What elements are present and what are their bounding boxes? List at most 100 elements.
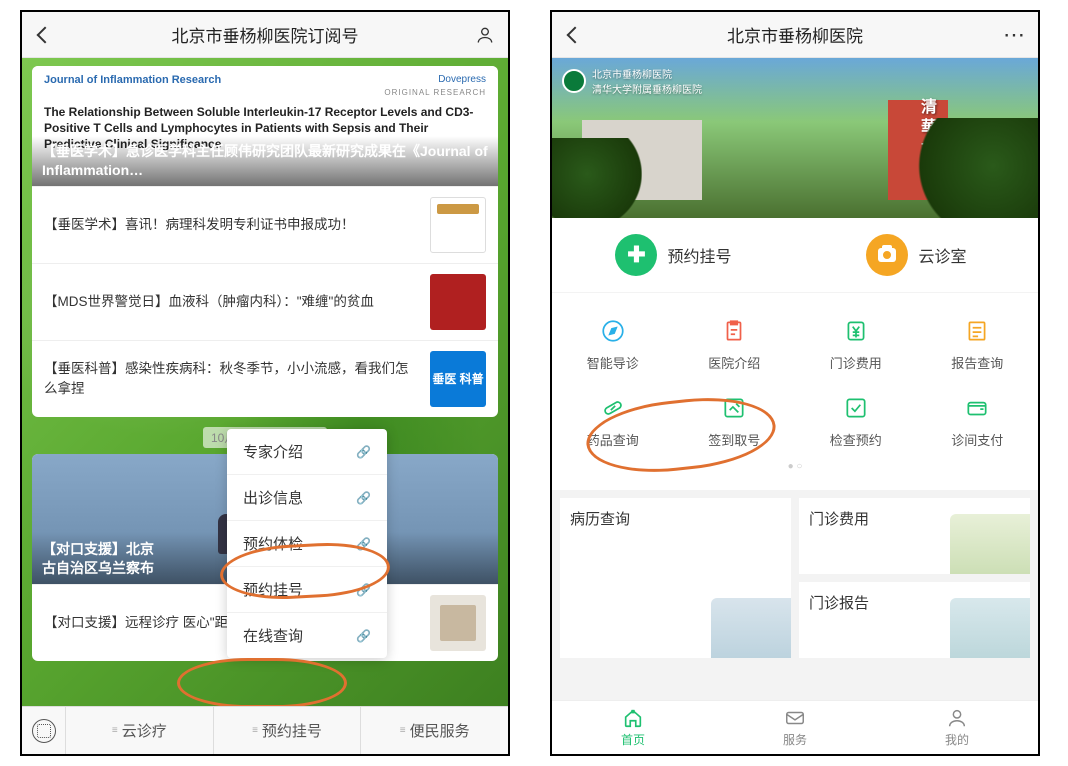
grid-label: 报告查询 <box>951 353 1003 372</box>
primary-actions: ✚ 预约挂号 云诊室 <box>552 218 1038 292</box>
publisher-name: Dovepress <box>438 74 486 85</box>
header-right: 北京市垂杨柳医院 <box>552 12 1038 58</box>
nav-label: 服务 <box>783 731 807 748</box>
grid-label: 药品查询 <box>587 430 639 449</box>
wallet-icon <box>961 392 993 424</box>
tile-illustration <box>950 598 1030 658</box>
tab-cloud[interactable]: ≡ 云诊疗 <box>66 707 214 754</box>
grid-label: 门诊费用 <box>830 353 882 372</box>
list-item[interactable]: 【垂医科普】感染性疾病科：秋冬季节，小小流感，看我们怎么拿捏 垂医 科普 <box>32 340 498 417</box>
feature-grid: 智能导诊 医院介绍 门诊费用 报告查询 药品查询 签到取号 检查预约 诊间支付 … <box>552 293 1038 490</box>
tile-section: 病历查询 门诊费用 门诊报告 <box>552 490 1038 666</box>
tab-register[interactable]: ≡预约挂号 <box>214 707 362 754</box>
menu-item-query[interactable]: 在线查询🔗 <box>227 613 387 658</box>
list-item[interactable]: 【MDS世界警觉日】血液科（肿瘤内科）："难缠"的贫血 <box>32 263 498 340</box>
nav-label: 我的 <box>945 731 969 748</box>
left-phone: 北京市垂杨柳医院订阅号 Journal of Inflammation Rese… <box>20 10 510 756</box>
menu-label: 出诊信息 <box>243 487 303 508</box>
hospital-banner: 北京市垂杨柳医院 清华大学附属垂杨柳医院 清華大學 <box>552 58 1038 218</box>
edit-icon <box>718 392 750 424</box>
link-icon: 🔗 <box>356 537 371 551</box>
popup-menu: 专家介绍 🔗 出诊信息🔗 预约体检 🔗 预约挂号🔗 在线查询🔗 <box>227 429 387 658</box>
menu-item-schedule[interactable]: 出诊信息🔗 <box>227 475 387 521</box>
article-card-1[interactable]: Journal of Inflammation Research Dovepre… <box>32 66 498 417</box>
grid-row: 药品查询 签到取号 检查预约 诊间支付 <box>552 382 1038 459</box>
camera-icon <box>866 234 908 276</box>
profile-icon[interactable] <box>474 24 496 46</box>
item-text: 【MDS世界警觉日】血液科（肿瘤内科）："难缠"的贫血 <box>44 292 430 312</box>
link-icon: 🔗 <box>356 445 371 459</box>
page-title-left: 北京市垂杨柳医院订阅号 <box>56 22 474 47</box>
thumbnail-icon <box>430 274 486 330</box>
primary-register[interactable]: ✚ 预约挂号 <box>552 234 795 276</box>
hero-overlay-text: 【垂医学术】急诊医学科主任顾伟研究团队最新研究成果在《Journal of In… <box>32 136 498 186</box>
plus-icon: ✚ <box>615 234 657 276</box>
pill-icon <box>597 392 629 424</box>
logo-badge-icon <box>562 69 586 93</box>
menu-label: 预约挂号 <box>243 579 303 600</box>
nav-home[interactable]: 首页 <box>552 701 714 754</box>
check-icon <box>840 392 872 424</box>
tile-illustration <box>711 598 791 658</box>
grid-label: 签到取号 <box>708 430 760 449</box>
page-title-right: 北京市垂杨柳医院 <box>586 22 1004 47</box>
grid-report-query[interactable]: 报告查询 <box>917 305 1039 382</box>
grid-clinic-pay[interactable]: 诊间支付 <box>917 382 1039 459</box>
tile-column: 门诊费用 门诊报告 <box>799 498 1030 658</box>
tile-label: 门诊报告 <box>809 595 869 612</box>
tile-illustration <box>950 514 1030 574</box>
back-icon[interactable] <box>564 24 586 46</box>
menu-label: 专家介绍 <box>243 441 303 462</box>
logo-text: 北京市垂杨柳医院 清华大学附属垂杨柳医院 <box>592 66 702 96</box>
grid-label: 智能导诊 <box>587 353 639 372</box>
keyboard-icon <box>32 719 56 743</box>
primary-cloud-clinic[interactable]: 云诊室 <box>795 234 1038 276</box>
article-tag: ORIGINAL RESEARCH <box>384 88 486 97</box>
list-item[interactable]: 【垂医学术】喜讯！病理科发明专利证书申报成功！ <box>32 186 498 263</box>
grid-exam-reserve[interactable]: 检查预约 <box>795 382 917 459</box>
menu-label: 预约体检 <box>243 533 303 554</box>
tab-label: 便民服务 <box>410 720 470 741</box>
tab-service[interactable]: ≡ 便民服务 <box>361 707 508 754</box>
user-icon <box>946 707 968 729</box>
tab-label: 预约挂号 <box>262 720 322 741</box>
bottom-bar-left: ≡ 云诊疗 ≡预约挂号 ≡ 便民服务 <box>22 706 508 754</box>
tile-column: 病历查询 <box>560 498 791 658</box>
keyboard-toggle[interactable] <box>22 707 66 754</box>
menu-item-register[interactable]: 预约挂号🔗 <box>227 567 387 613</box>
grid-outpatient-fee[interactable]: 门诊费用 <box>795 305 917 382</box>
grid-hospital-intro[interactable]: 医院介绍 <box>674 305 796 382</box>
right-body: 北京市垂杨柳医院 清华大学附属垂杨柳医院 清華大學 ✚ 预约挂号 云诊室 智能导… <box>552 58 1038 700</box>
overlay-part: 古自治区乌兰察布 <box>42 560 154 576</box>
tree-graphic <box>552 138 642 218</box>
nav-label: 首页 <box>621 731 645 748</box>
home-icon <box>622 707 644 729</box>
grid-smart-guide[interactable]: 智能导诊 <box>552 305 674 382</box>
header-left: 北京市垂杨柳医院订阅号 <box>22 12 508 58</box>
left-body: Journal of Inflammation Research Dovepre… <box>22 58 508 706</box>
tile-outpatient-report[interactable]: 门诊报告 <box>799 582 1030 658</box>
menu-item-checkup[interactable]: 预约体检 🔗 <box>227 521 387 567</box>
clipboard-icon <box>718 315 750 347</box>
page-indicator: ● ○ <box>552 461 1038 472</box>
right-phone: 北京市垂杨柳医院 北京市垂杨柳医院 清华大学附属垂杨柳医院 清華大學 ✚ 预约挂… <box>550 10 1040 756</box>
grid-drug-query[interactable]: 药品查询 <box>552 382 674 459</box>
nav-mine[interactable]: 我的 <box>876 701 1038 754</box>
thumbnail-icon <box>430 595 486 651</box>
nav-service[interactable]: 服务 <box>714 701 876 754</box>
hospital-logo: 北京市垂杨柳医院 清华大学附属垂杨柳医院 <box>562 66 702 96</box>
tab-label: 云诊疗 <box>122 720 167 741</box>
grid-row: 智能导诊 医院介绍 门诊费用 报告查询 <box>552 305 1038 382</box>
item-text: 【垂医科普】感染性疾病科：秋冬季节，小小流感，看我们怎么拿捏 <box>44 359 430 400</box>
tile-outpatient-fee[interactable]: 门诊费用 <box>799 498 1030 574</box>
menu-bars-icon: ≡ <box>400 725 406 736</box>
grid-checkin[interactable]: 签到取号 <box>674 382 796 459</box>
hero-article-image: Journal of Inflammation Research Dovepre… <box>32 66 498 186</box>
menu-item-expert[interactable]: 专家介绍 🔗 <box>227 429 387 475</box>
menu-bars-icon: ≡ <box>112 725 118 736</box>
tile-medical-record[interactable]: 病历查询 <box>560 498 791 658</box>
more-icon[interactable] <box>1004 24 1026 46</box>
item-text: 【垂医学术】喜讯！病理科发明专利证书申报成功！ <box>44 215 430 235</box>
yen-icon <box>840 315 872 347</box>
back-icon[interactable] <box>34 24 56 46</box>
